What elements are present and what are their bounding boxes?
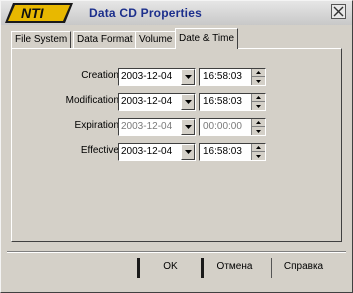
creation-row: Creation 2003-12-04 16:58:03 xyxy=(12,68,343,86)
creation-date-combo[interactable]: 2003-12-04 xyxy=(118,68,196,86)
close-icon xyxy=(333,6,344,17)
time-spinner[interactable] xyxy=(251,144,265,160)
ok-button[interactable]: OK xyxy=(137,258,201,278)
tab-file-system[interactable]: File System xyxy=(11,31,72,49)
time-value: 16:58:03 xyxy=(203,96,242,107)
row-label: Expiration xyxy=(74,120,119,131)
modification-time-field[interactable]: 16:58:03 xyxy=(199,93,266,111)
arrow-up-icon xyxy=(256,121,261,124)
button-label: Справка xyxy=(283,261,324,272)
dropdown-button[interactable] xyxy=(181,94,195,110)
row-label: Effective xyxy=(80,145,119,156)
tab-label: Data Format xyxy=(77,34,133,45)
arrow-down-icon xyxy=(256,129,261,133)
effective-row: Effective 2003-12-04 16:58:03 xyxy=(12,143,343,161)
dropdown-button[interactable] xyxy=(181,144,195,160)
close-button[interactable] xyxy=(331,4,346,19)
time-spinner[interactable] xyxy=(251,94,265,110)
tab-label: File System xyxy=(15,34,68,45)
expiration-row: Expiration 2003-12-04 00:00:00 xyxy=(12,118,343,136)
arrow-up-icon xyxy=(256,96,261,99)
arrow-down-icon xyxy=(256,104,261,108)
arrow-down-icon xyxy=(256,79,261,83)
bottom-divider xyxy=(7,251,346,253)
help-button[interactable]: Справка xyxy=(271,258,335,278)
spin-down-button[interactable] xyxy=(252,152,265,160)
time-value: 16:58:03 xyxy=(203,146,242,157)
spin-up-button[interactable] xyxy=(252,69,265,77)
logo-text: NTI xyxy=(21,5,45,21)
button-label: OK xyxy=(163,261,178,272)
row-label: Modification xyxy=(65,95,119,106)
spin-up-button[interactable] xyxy=(252,94,265,102)
arrow-down-icon xyxy=(256,154,261,158)
cancel-button[interactable]: Отмена xyxy=(201,258,265,278)
date-time-panel: Creation 2003-12-04 16:58:03 Modificatio… xyxy=(11,48,342,242)
time-value: 16:58:03 xyxy=(203,71,242,82)
modification-date-combo[interactable]: 2003-12-04 xyxy=(118,93,196,111)
date-value: 2003-12-04 xyxy=(121,96,173,107)
dropdown-button[interactable] xyxy=(181,69,195,85)
spin-down-button[interactable] xyxy=(252,127,265,135)
row-label: Creation xyxy=(81,70,119,81)
spin-up-button[interactable] xyxy=(252,119,265,127)
chevron-down-icon xyxy=(184,75,192,79)
tab-volume[interactable]: Volume xyxy=(135,31,177,49)
chevron-down-icon xyxy=(184,150,192,154)
expiration-date-combo[interactable]: 2003-12-04 xyxy=(118,118,196,136)
effective-time-field[interactable]: 16:58:03 xyxy=(199,143,266,161)
tab-date-time[interactable]: Date & Time xyxy=(175,28,239,49)
chevron-down-icon xyxy=(184,125,192,129)
date-value: 2003-12-04 xyxy=(121,71,173,82)
effective-date-combo[interactable]: 2003-12-04 xyxy=(118,143,196,161)
expiration-time-field[interactable]: 00:00:00 xyxy=(199,118,266,136)
tab-label: Volume xyxy=(139,34,173,45)
tab-data-format[interactable]: Data Format xyxy=(73,31,137,49)
modification-row: Modification 2003-12-04 16:58:03 xyxy=(12,93,343,111)
spin-down-button[interactable] xyxy=(252,77,265,85)
tab-label: Date & Time xyxy=(179,33,235,44)
date-value: 2003-12-04 xyxy=(121,121,173,132)
date-value: 2003-12-04 xyxy=(121,146,173,157)
chevron-down-icon xyxy=(184,100,192,104)
dropdown-button[interactable] xyxy=(181,119,195,135)
properties-dialog: NTI Data CD Properties File System Data … xyxy=(0,0,353,293)
spin-down-button[interactable] xyxy=(252,102,265,110)
time-spinner[interactable] xyxy=(251,119,265,135)
title-bar[interactable]: NTI Data CD Properties xyxy=(1,1,352,25)
window-title: Data CD Properties xyxy=(89,6,202,20)
nti-logo: NTI xyxy=(5,3,73,23)
time-spinner[interactable] xyxy=(251,69,265,85)
arrow-up-icon xyxy=(256,146,261,149)
spin-up-button[interactable] xyxy=(252,144,265,152)
creation-time-field[interactable]: 16:58:03 xyxy=(199,68,266,86)
arrow-up-icon xyxy=(256,71,261,74)
time-value: 00:00:00 xyxy=(203,121,242,132)
button-label: Отмена xyxy=(216,261,253,272)
